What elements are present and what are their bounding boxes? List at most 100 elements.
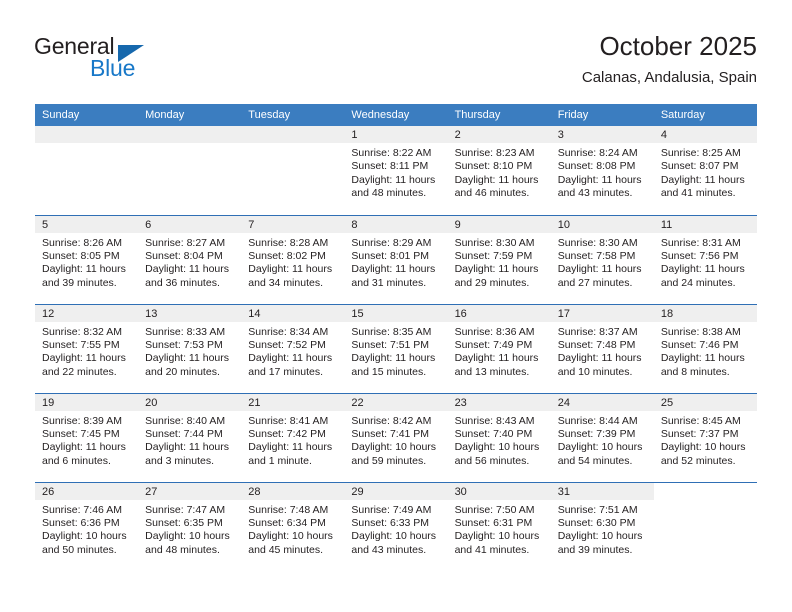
generalblue-logo[interactable]: General Blue (34, 33, 214, 88)
calendar-cell-day[interactable]: 11 Sunrise: 8:31 AM Sunset: 7:56 PM Dayligh… (653, 214, 757, 304)
calendar-cell-day[interactable]: 29 Sunrise: 7:49 AM Sunset: 6:33 PM Dayligh… (344, 481, 448, 572)
sunrise-text: Sunrise: 8:37 AM (557, 325, 638, 338)
day-details: Sunrise: 7:50 AM Sunset: 6:31 PM Daylight:… (448, 500, 551, 558)
calendar-cell-day[interactable]: 21 Sunrise: 8:41 AM Sunset: 7:42 PM Dayligh… (241, 392, 345, 482)
calendar-cell-day[interactable]: 3 Sunrise: 8:24 AM Sunset: 8:08 PM Daylight… (550, 126, 654, 215)
sunrise-text: Sunrise: 8:25 AM (660, 147, 741, 159)
day-details: Sunrise: 8:44 AM Sunset: 7:39 PM Daylight:… (551, 411, 654, 469)
daylight-text: Daylight: 11 hours and 41 minutes. (660, 173, 745, 200)
calendar-cell-day[interactable]: 26 Sunrise: 7:46 AM Sunset: 6:36 PM Dayligh… (35, 481, 139, 571)
daylight-text: Daylight: 10 hours and 52 minutes. (660, 441, 746, 467)
calendar-cell-empty (138, 126, 242, 215)
day-number: 4 (653, 126, 757, 143)
day-number: 3 (550, 126, 654, 143)
calendar-cell-day[interactable]: 4 Sunrise: 8:25 AM Sunset: 8:07 PM Daylight… (653, 126, 757, 215)
sunset-text: Sunset: 6:34 PM (248, 516, 326, 529)
day-number: 1 (344, 126, 448, 143)
sunset-text: Sunset: 8:05 PM (42, 249, 120, 262)
sunrise-text: Sunrise: 8:33 AM (145, 325, 226, 338)
daylight-text: Daylight: 10 hours and 39 minutes. (557, 530, 643, 556)
sunset-text: Sunset: 7:55 PM (42, 338, 120, 351)
sunset-text: Sunset: 7:40 PM (454, 427, 533, 440)
calendar-cell-day[interactable]: 2 Sunrise: 8:23 AM Sunset: 8:10 PM Daylight… (447, 126, 551, 215)
day-cell (138, 126, 242, 215)
day-number: 18 (653, 304, 757, 322)
calendar-cell-day[interactable]: 14 Sunrise: 8:34 AM Sunset: 7:52 PM Dayligh… (241, 303, 345, 393)
calendar-cell-day[interactable]: 15 Sunrise: 8:35 AM Sunset: 7:51 PM Dayligh… (344, 303, 448, 393)
daylight-text: Daylight: 11 hours and 8 minutes. (660, 352, 745, 378)
day-cell: 28 Sunrise: 7:48 AM Sunset: 6:34 PM Dayligh… (241, 482, 345, 572)
day-cell: 29 Sunrise: 7:49 AM Sunset: 6:33 PM Dayligh… (344, 482, 448, 572)
calendar-cell-day[interactable]: 6 Sunrise: 8:27 AM Sunset: 8:04 PM Daylight… (138, 214, 242, 304)
day-number: 20 (138, 393, 242, 411)
day-number: 31 (550, 482, 654, 500)
day-details: Sunrise: 8:30 AM Sunset: 7:59 PM Daylight:… (448, 233, 551, 291)
sunset-text: Sunset: 7:41 PM (351, 427, 430, 440)
sunrise-text: Sunrise: 8:43 AM (454, 414, 535, 427)
sunset-text: Sunset: 6:35 PM (145, 516, 223, 529)
sunrise-text: Sunrise: 8:23 AM (454, 147, 535, 159)
calendar-cell-day[interactable]: 1 Sunrise: 8:22 AM Sunset: 8:11 PM Daylight… (344, 126, 448, 215)
day-number: 7 (241, 215, 345, 233)
calendar-cell-day[interactable]: 17 Sunrise: 8:37 AM Sunset: 7:48 PM Dayligh… (550, 303, 654, 393)
daylight-text: Daylight: 11 hours and 6 minutes. (42, 441, 126, 467)
calendar-cell-day[interactable]: 20 Sunrise: 8:40 AM Sunset: 7:44 PM Dayligh… (138, 392, 242, 482)
calendar-cell-day[interactable]: 25 Sunrise: 8:45 AM Sunset: 7:37 PM Dayligh… (653, 392, 757, 482)
sunrise-text: Sunrise: 8:29 AM (351, 236, 432, 249)
daylight-text: Daylight: 11 hours and 22 minutes. (42, 352, 126, 378)
calendar-cell-day[interactable]: 10 Sunrise: 8:30 AM Sunset: 7:58 PM Dayligh… (550, 214, 654, 304)
brand-name-blue: Blue (90, 55, 136, 81)
calendar-cell-day[interactable]: 22 Sunrise: 8:42 AM Sunset: 7:41 PM Dayligh… (344, 392, 448, 482)
daylight-text: Daylight: 10 hours and 59 minutes. (351, 441, 437, 467)
day-cell: 20 Sunrise: 8:40 AM Sunset: 7:44 PM Dayligh… (138, 393, 242, 482)
day-number: 23 (447, 393, 551, 411)
calendar-cell-day[interactable]: 24 Sunrise: 8:44 AM Sunset: 7:39 PM Dayligh… (550, 392, 654, 482)
daylight-text: Daylight: 10 hours and 56 minutes. (454, 441, 540, 467)
day-details: Sunrise: 7:46 AM Sunset: 6:36 PM Daylight:… (35, 500, 138, 558)
day-details: Sunrise: 7:47 AM Sunset: 6:35 PM Daylight:… (138, 500, 241, 558)
daylight-text: Daylight: 10 hours and 48 minutes. (145, 530, 230, 556)
day-number: 9 (447, 215, 551, 233)
sunrise-text: Sunrise: 8:31 AM (660, 236, 741, 249)
calendar-cell-day[interactable]: 7 Sunrise: 8:28 AM Sunset: 8:02 PM Daylight… (241, 214, 345, 304)
sunset-text: Sunset: 7:52 PM (248, 338, 326, 351)
day-cell: 16 Sunrise: 8:36 AM Sunset: 7:49 PM Dayligh… (447, 304, 551, 393)
sunrise-text: Sunrise: 7:51 AM (557, 503, 638, 516)
daylight-text: Daylight: 11 hours and 48 minutes. (351, 173, 436, 200)
calendar-cell-day[interactable]: 31 Sunrise: 7:51 AM Sunset: 6:30 PM Dayligh… (550, 481, 654, 571)
day-cell (241, 126, 345, 215)
day-cell: 23 Sunrise: 8:43 AM Sunset: 7:40 PM Dayligh… (447, 393, 551, 482)
day-number: 2 (447, 126, 551, 143)
calendar-cell-day[interactable]: 9 Sunrise: 8:30 AM Sunset: 7:59 PM Daylight… (447, 214, 551, 304)
calendar-cell-day[interactable]: 13 Sunrise: 8:33 AM Sunset: 7:53 PM Dayligh… (138, 303, 242, 393)
day-cell: 24 Sunrise: 8:44 AM Sunset: 7:39 PM Dayligh… (550, 393, 654, 482)
sunrise-text: Sunrise: 8:22 AM (351, 147, 432, 159)
day-cell: 30 Sunrise: 7:50 AM Sunset: 6:31 PM Dayligh… (447, 482, 551, 572)
calendar-cell-day[interactable]: 28 Sunrise: 7:48 AM Sunset: 6:34 PM Dayligh… (241, 481, 345, 572)
calendar-cell-day[interactable]: 12 Sunrise: 8:32 AM Sunset: 7:55 PM Dayligh… (35, 303, 139, 393)
sunrise-text: Sunrise: 7:48 AM (248, 503, 329, 516)
sunrise-text: Sunrise: 8:28 AM (248, 236, 329, 249)
calendar-cell-day[interactable]: 18 Sunrise: 8:38 AM Sunset: 7:46 PM Dayligh… (653, 303, 757, 393)
sunrise-text: Sunrise: 8:44 AM (557, 414, 638, 427)
sunset-text: Sunset: 7:37 PM (660, 427, 739, 440)
day-details: Sunrise: 8:42 AM Sunset: 7:41 PM Daylight:… (344, 411, 447, 469)
sunrise-text: Sunrise: 7:47 AM (145, 503, 226, 516)
weekday-header-tuesday: Tuesday (241, 104, 345, 126)
calendar-cell-day[interactable]: 5 Sunrise: 8:26 AM Sunset: 8:05 PM Daylight… (35, 214, 139, 304)
calendar-cell-empty (653, 481, 757, 571)
calendar-cell-day[interactable]: 16 Sunrise: 8:36 AM Sunset: 7:49 PM Dayligh… (447, 303, 551, 393)
page-header: General Blue October 2025 Calanas, Andal… (0, 0, 792, 100)
calendar-cell-day[interactable]: 19 Sunrise: 8:39 AM Sunset: 7:45 PM Dayligh… (35, 392, 139, 482)
calendar-page: General Blue October 2025 Calanas, Andal… (0, 0, 792, 612)
calendar-cell-day[interactable]: 30 Sunrise: 7:50 AM Sunset: 6:31 PM Dayligh… (447, 481, 551, 572)
calendar-cell-day[interactable]: 8 Sunrise: 8:29 AM Sunset: 8:01 PM Daylight… (344, 214, 448, 304)
daylight-text: Daylight: 11 hours and 3 minutes. (145, 441, 229, 467)
day-number: 27 (138, 482, 242, 500)
sunrise-text: Sunrise: 8:42 AM (351, 414, 432, 427)
day-details: Sunrise: 8:45 AM Sunset: 7:37 PM Daylight:… (654, 411, 757, 469)
sunset-text: Sunset: 8:10 PM (454, 160, 533, 173)
calendar-cell-day[interactable]: 27 Sunrise: 7:47 AM Sunset: 6:35 PM Dayligh… (138, 481, 242, 571)
calendar-cell-day[interactable]: 23 Sunrise: 8:43 AM Sunset: 7:40 PM Dayligh… (447, 392, 551, 482)
day-details: Sunrise: 8:30 AM Sunset: 7:58 PM Daylight:… (551, 233, 654, 291)
